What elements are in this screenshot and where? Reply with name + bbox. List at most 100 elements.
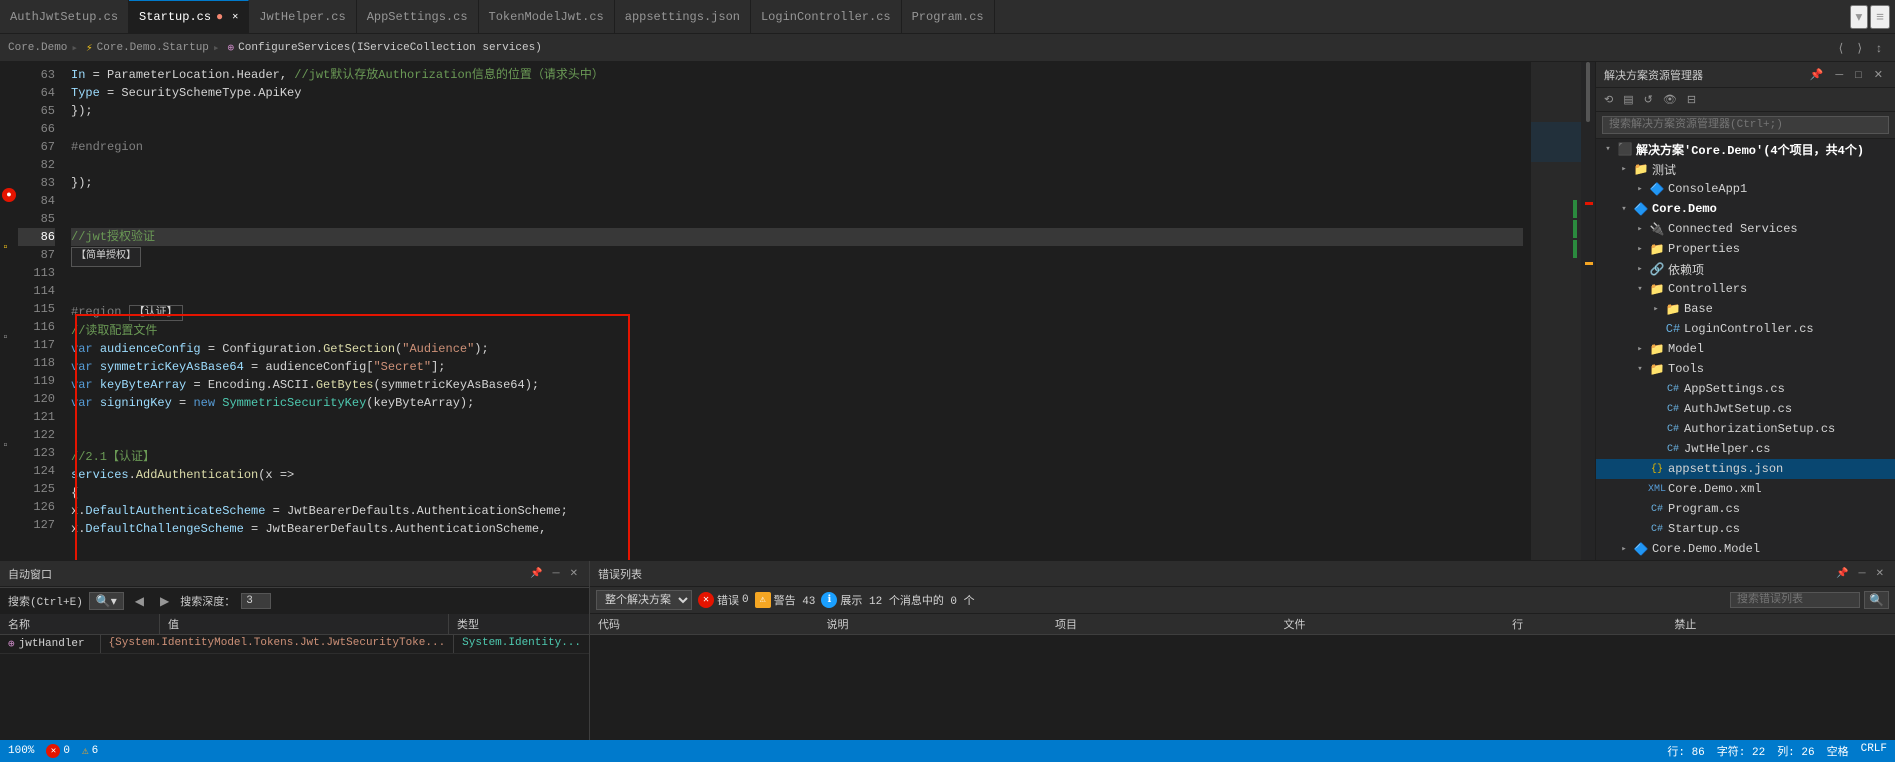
tab-list-button[interactable]: ▾ — [1850, 5, 1869, 29]
tree-item-appsettings-json[interactable]: {} appsettings.json — [1596, 459, 1895, 479]
vertical-scrollbar[interactable] — [1581, 62, 1595, 560]
status-row: 行: 86 — [1667, 743, 1704, 759]
error-count: 错误 — [717, 592, 739, 608]
breadcrumb-file[interactable]: ⚡ Core.Demo.Startup ▸ — [86, 41, 219, 55]
tab-tokenmodeljwt[interactable]: TokenModelJwt.cs — [479, 0, 615, 34]
se-maximize-button[interactable]: □ — [1851, 66, 1866, 83]
tree-label-appsettings: AppSettings.cs — [1684, 382, 1785, 396]
warning-icon: ⚠ — [755, 592, 771, 608]
se-minimize-button[interactable]: ─ — [1831, 66, 1847, 83]
nav-expand-button[interactable]: ↕ — [1871, 39, 1887, 57]
tree-item-authorizationsetup-cs[interactable]: C# AuthorizationSetup.cs — [1596, 419, 1895, 439]
status-errors[interactable]: ✕ 0 — [46, 744, 70, 758]
error-search-input[interactable] — [1730, 592, 1860, 608]
status-zoom[interactable]: 100% — [8, 745, 34, 757]
error-num: 0 — [742, 594, 749, 606]
tree-item-properties[interactable]: ▸ 📁 Properties — [1596, 239, 1895, 259]
fold-icon-87[interactable]: ▫ — [2, 242, 9, 254]
col-file[interactable]: 文件 — [1276, 614, 1505, 635]
col-project[interactable]: 项目 — [1047, 614, 1276, 635]
se-refresh-button[interactable]: ↺ — [1640, 91, 1657, 108]
auto-window-pin-button[interactable]: 📌 — [527, 568, 545, 579]
col-suppress[interactable]: 禁止 — [1666, 614, 1895, 635]
tree-item-jwthelper-cs[interactable]: C# JwtHelper.cs — [1596, 439, 1895, 459]
tree-item-startup-cs[interactable]: C# Startup.cs — [1596, 519, 1895, 539]
search-back-button[interactable]: ◀ — [130, 592, 149, 610]
tab-program[interactable]: Program.cs — [902, 0, 995, 34]
tree-item-appsettings-cs[interactable]: C# AppSettings.cs — [1596, 379, 1895, 399]
tree-item-coredemo-model[interactable]: ▸ 🔷 Core.Demo.Model — [1596, 539, 1895, 559]
close-tab-button[interactable]: ✕ — [232, 11, 238, 23]
error-list-pin-button[interactable]: 📌 — [1833, 568, 1851, 579]
se-search-input[interactable] — [1602, 116, 1889, 134]
tab-startup[interactable]: Startup.cs ● ✕ — [129, 0, 249, 34]
auto-window-minimize-button[interactable]: ─ — [550, 568, 563, 579]
error-list-minimize-button[interactable]: ─ — [1856, 568, 1869, 579]
code-line-119: var keyByteArray = Encoding.ASCII.GetByt… — [71, 376, 1523, 394]
tab-logincontroller[interactable]: LoginController.cs — [751, 0, 902, 34]
tree-item-controllers[interactable]: ▾ 📁 Controllers — [1596, 279, 1895, 299]
tree-item-model[interactable]: ▸ 📁 Model — [1596, 339, 1895, 359]
se-toolbar: ⟲ ▤ ↺ 👁 ⊟ — [1596, 88, 1895, 112]
depth-input[interactable] — [241, 593, 271, 609]
minimap[interactable] — [1531, 62, 1581, 560]
se-sync-button[interactable]: ⟲ — [1600, 91, 1617, 108]
code-content[interactable]: ● ▫ ▫ ▫ 63 64 65 66 67 82 83 84 85 86 87… — [0, 62, 1595, 560]
tree-label-authjwtsetup: AuthJwtSetup.cs — [1684, 402, 1792, 416]
col-line[interactable]: 行 — [1504, 614, 1666, 635]
breadcrumb-project-label: Core.Demo — [8, 42, 67, 54]
tree-item-consoleapp1[interactable]: ▸ 🔷 ConsoleApp1 — [1596, 179, 1895, 199]
collapsed-87[interactable]: 【简单授权】 — [71, 247, 141, 267]
nav-forward-button[interactable]: ⟩ — [1852, 39, 1867, 57]
status-col: 字符: 22 — [1717, 743, 1765, 759]
auto-window-close-button[interactable]: ✕ — [567, 568, 581, 579]
tab-jwthelper[interactable]: JwtHelper.cs — [249, 0, 356, 34]
se-collapse-button[interactable]: ▤ — [1619, 91, 1637, 108]
fold-icon-124[interactable]: ▫ — [2, 440, 9, 452]
se-pin-button[interactable]: 📌 — [1806, 66, 1828, 83]
tab-authjwtsetup[interactable]: AuthJwtSetup.cs — [0, 0, 129, 34]
breadcrumb-project[interactable]: Core.Demo ▸ — [8, 41, 78, 55]
tab-appsettings[interactable]: AppSettings.cs — [357, 0, 479, 34]
tree-item-solution[interactable]: ▾ ⬛ 解决方案'Core.Demo'(4个项目，共4个) — [1596, 139, 1895, 159]
auto-row-jwt[interactable]: ⊕ jwtHandler {System.IdentityModel.Token… — [0, 635, 589, 654]
se-filter-button[interactable]: ⊟ — [1683, 91, 1700, 108]
scope-dropdown[interactable]: 整个解决方案 — [596, 590, 692, 610]
scroll-thumb[interactable] — [1586, 62, 1590, 122]
tree-item-test[interactable]: ▸ 📁 测试 — [1596, 159, 1895, 179]
nav-back-button[interactable]: ⟨ — [1834, 39, 1849, 57]
search-forward-button[interactable]: ▶ — [155, 592, 174, 610]
tree-item-logincontroller[interactable]: C# LoginController.cs — [1596, 319, 1895, 339]
tab-nav-button[interactable]: ≡ — [1870, 5, 1890, 29]
col-code[interactable]: 代码 — [590, 614, 819, 635]
breadcrumb-method[interactable]: ⊕ ConfigureServices(IServiceCollection s… — [228, 41, 542, 55]
error-list-panel: 错误列表 📌 ─ ✕ 整个解决方案 ✕ 错误 0 ⚠ 警告 43 ℹ 展示 — [590, 561, 1895, 740]
se-close-button[interactable]: ✕ — [1870, 66, 1887, 83]
tree-item-coredemo[interactable]: ▾ 🔷 Core.Demo — [1596, 199, 1895, 219]
tab-label: AppSettings.cs — [367, 10, 468, 24]
tree-item-authjwtsetup-cs[interactable]: C# AuthJwtSetup.cs — [1596, 399, 1895, 419]
code-lines[interactable]: In = ParameterLocation.Header, //jwt默认存放… — [63, 62, 1531, 560]
code-line-122 — [71, 430, 1523, 448]
col-type: 类型 — [449, 614, 589, 634]
tree-item-tools[interactable]: ▾ 📁 Tools — [1596, 359, 1895, 379]
fold-icon-115[interactable]: ▫ — [2, 332, 9, 344]
tree-item-base[interactable]: ▸ 📁 Base — [1596, 299, 1895, 319]
error-marker — [1585, 202, 1593, 205]
error-search-button[interactable]: 🔍 — [1864, 591, 1889, 609]
tree-label-appsettings-json: appsettings.json — [1668, 462, 1783, 476]
connected-icon: 🔌 — [1648, 222, 1666, 237]
search-dropdown-button[interactable]: 🔍▾ — [89, 592, 124, 610]
tab-appsettingsjson[interactable]: appsettings.json — [615, 0, 751, 34]
status-warnings[interactable]: ⚠ 6 — [82, 744, 98, 758]
cs-icon-program: C# — [1648, 504, 1666, 515]
col-desc[interactable]: 说明 — [819, 614, 1048, 635]
tree-item-connected-services[interactable]: ▸ 🔌 Connected Services — [1596, 219, 1895, 239]
auto-cell-value: {System.IdentityModel.Tokens.Jwt.JwtSecu… — [101, 635, 455, 653]
tree-item-deps[interactable]: ▸ 🔗 依赖项 — [1596, 259, 1895, 279]
tree-item-coredemo-xml[interactable]: XML Core.Demo.xml — [1596, 479, 1895, 499]
tree-item-program-cs[interactable]: C# Program.cs — [1596, 499, 1895, 519]
error-list-close-button[interactable]: ✕ — [1873, 568, 1887, 579]
tree-label-startup: Startup.cs — [1668, 522, 1740, 536]
se-show-all-button[interactable]: 👁 — [1659, 91, 1681, 108]
